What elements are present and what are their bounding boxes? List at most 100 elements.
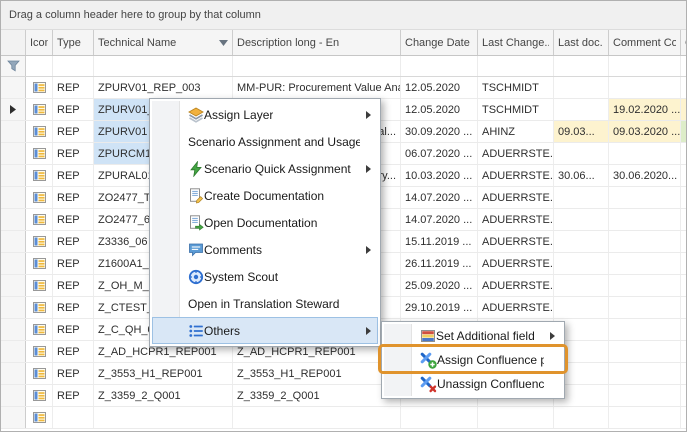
cell-last-change[interactable]: ADUERRSTE...	[478, 253, 554, 274]
cell-type[interactable]: REP	[53, 77, 94, 98]
cell-change-date[interactable]: 30.09.2020 ...	[401, 121, 478, 142]
cell-comment[interactable]	[609, 363, 681, 384]
column-header-desc[interactable]: Description long - En	[233, 30, 401, 55]
cell-extra[interactable]	[681, 341, 687, 362]
row-indicator[interactable]	[1, 407, 26, 428]
cell-type[interactable]: REP	[53, 187, 94, 208]
row-indicator[interactable]	[1, 143, 26, 164]
cell-comment[interactable]	[609, 143, 681, 164]
column-header-last_doc[interactable]: Last doc.	[554, 30, 609, 55]
filter-cell-extra[interactable]	[681, 56, 687, 76]
filter-cell-type[interactable]	[53, 56, 94, 76]
filter-cell-comment[interactable]	[609, 56, 681, 76]
menu-item-unassign-confluence-page[interactable]: Unassign Confluence page	[384, 372, 562, 396]
cell-last-doc[interactable]: 30.06...	[554, 165, 609, 186]
cell-last-change[interactable]: TSCHMIDT	[478, 99, 554, 120]
filter-cell-desc[interactable]	[233, 56, 401, 76]
cell-extra[interactable]	[681, 253, 687, 274]
cell-change-date[interactable]: 29.10.2019 ...	[401, 297, 478, 318]
cell-technical-name[interactable]	[94, 407, 233, 428]
cell-last-doc[interactable]	[554, 275, 609, 296]
column-header-tech[interactable]: Technical Name	[94, 30, 233, 55]
cell-last-doc[interactable]	[554, 77, 609, 98]
menu-item-open-documentation[interactable]: Open Documentation	[152, 209, 378, 236]
cell-icon[interactable]	[26, 407, 53, 428]
cell-technical-name[interactable]: Z_3359_2_Q001	[94, 385, 233, 406]
cell-change-date[interactable]: 12.05.2020	[401, 99, 478, 120]
cell-extra[interactable]	[681, 143, 687, 164]
cell-comment[interactable]	[609, 275, 681, 296]
cell-last-doc[interactable]	[554, 143, 609, 164]
table-row[interactable]: REPZPURV01_REP_003MM-PUR: Procurement Va…	[1, 77, 686, 99]
cell-type[interactable]: REP	[53, 341, 94, 362]
row-indicator[interactable]	[1, 187, 26, 208]
cell-comment[interactable]: 19.02.2020 ...	[609, 99, 681, 120]
cell-change-date[interactable]: 25.09.2020 ...	[401, 275, 478, 296]
row-indicator[interactable]	[1, 99, 26, 120]
cell-change-date[interactable]: 12.05.2020	[401, 77, 478, 98]
cell-comment[interactable]	[609, 253, 681, 274]
cell-type[interactable]: REP	[53, 165, 94, 186]
menu-item-assign-confluence-page[interactable]: Assign Confluence page	[384, 348, 562, 372]
cell-extra[interactable]	[681, 121, 687, 142]
cell-change-date[interactable]	[401, 407, 478, 428]
cell-icon[interactable]	[26, 77, 53, 98]
cell-extra[interactable]	[681, 319, 687, 340]
cell-comment[interactable]	[609, 231, 681, 252]
cell-type[interactable]: REP	[53, 253, 94, 274]
menu-item-create-documentation[interactable]: Create Documentation	[152, 182, 378, 209]
cell-comment[interactable]	[609, 187, 681, 208]
row-indicator[interactable]	[1, 341, 26, 362]
cell-comment[interactable]	[609, 319, 681, 340]
filter-cell-date[interactable]	[401, 56, 478, 76]
menu-item-open-in-translation-steward[interactable]: Open in Translation Steward	[152, 290, 378, 317]
cell-change-date[interactable]: 15.11.2019 ...	[401, 231, 478, 252]
cell-change-date[interactable]: 06.07.2020 ...	[401, 143, 478, 164]
menu-item-comments[interactable]: Comments	[152, 236, 378, 263]
cell-comment[interactable]	[609, 209, 681, 230]
cell-icon[interactable]	[26, 341, 53, 362]
cell-description[interactable]: Z_3553_H1_REP001	[233, 363, 401, 384]
cell-last-change[interactable]: ADUERRSTE...	[478, 275, 554, 296]
row-indicator[interactable]	[1, 77, 26, 98]
cell-last-change[interactable]: TSCHMIDT	[478, 77, 554, 98]
cell-type[interactable]: REP	[53, 231, 94, 252]
filter-cell-icon[interactable]	[26, 56, 53, 76]
cell-icon[interactable]	[26, 297, 53, 318]
cell-last-change[interactable]	[478, 407, 554, 428]
cell-technical-name[interactable]: Z_3553_H1_REP001	[94, 363, 233, 384]
cell-type[interactable]: REP	[53, 209, 94, 230]
row-indicator[interactable]	[1, 231, 26, 252]
cell-description[interactable]	[233, 407, 401, 428]
menu-item-scenario-quick-assignment[interactable]: Scenario Quick Assignment	[152, 155, 378, 182]
cell-change-date[interactable]: 10.03.2020 ...	[401, 165, 478, 186]
column-header-extra[interactable]: C	[681, 30, 687, 55]
filter-cell-last_doc[interactable]	[554, 56, 609, 76]
cell-description[interactable]: MM-PUR: Procurement Value Anal...	[233, 77, 401, 98]
table-row[interactable]	[1, 407, 686, 429]
cell-last-doc[interactable]	[554, 231, 609, 252]
cell-extra[interactable]	[681, 209, 687, 230]
cell-extra[interactable]	[681, 77, 687, 98]
menu-item-assign-layer[interactable]: Assign Layer	[152, 101, 378, 128]
cell-extra[interactable]	[681, 385, 687, 406]
cell-last-change[interactable]: ADUERRSTE...	[478, 297, 554, 318]
cell-icon[interactable]	[26, 99, 53, 120]
cell-change-date[interactable]: 26.11.2019 ...	[401, 253, 478, 274]
cell-last-doc[interactable]	[554, 253, 609, 274]
cell-icon[interactable]	[26, 165, 53, 186]
cell-type[interactable]: REP	[53, 385, 94, 406]
cell-last-change[interactable]: ADUERRSTE...	[478, 143, 554, 164]
cell-type[interactable]	[53, 407, 94, 428]
cell-last-change[interactable]: ADUERRSTE...	[478, 231, 554, 252]
cell-last-change[interactable]: AHINZ	[478, 121, 554, 142]
cell-last-doc[interactable]	[554, 297, 609, 318]
cell-last-change[interactable]: ADUERRSTE...	[478, 209, 554, 230]
cell-comment[interactable]	[609, 407, 681, 428]
row-indicator[interactable]	[1, 297, 26, 318]
cell-extra[interactable]	[681, 165, 687, 186]
cell-icon[interactable]	[26, 209, 53, 230]
cell-icon[interactable]	[26, 143, 53, 164]
cell-type[interactable]: REP	[53, 297, 94, 318]
cell-last-doc[interactable]	[554, 209, 609, 230]
